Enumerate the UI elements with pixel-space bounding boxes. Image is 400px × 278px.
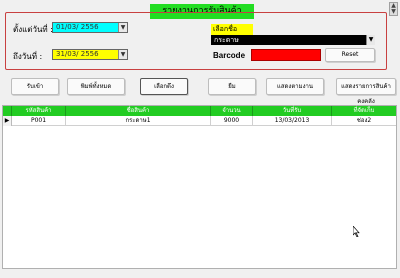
product-label: เลือกชื่อสินค้า <box>211 24 253 44</box>
column-header-received-date[interactable]: วันที่รับ <box>253 106 332 116</box>
row-selector-header <box>3 106 12 116</box>
borrow-button[interactable]: ยืม <box>208 78 256 95</box>
column-header-product-code[interactable]: รหัสสินค้า <box>12 106 66 116</box>
row-indicator-icon[interactable]: ▶ <box>3 116 12 126</box>
chevron-down-icon[interactable]: ▼ <box>118 23 127 32</box>
print-all-button[interactable]: พิมพ์ทั้งหมด <box>67 78 125 95</box>
to-date-value: 31/03/ 2556 <box>56 50 99 58</box>
from-date-value: 01/03/ 2556 <box>56 23 99 31</box>
barcode-label: Barcode <box>213 51 246 60</box>
from-date-label: ตั้งแต่วันที่ : <box>13 25 53 34</box>
to-date-picker[interactable]: 31/03/ 2556 ▼ <box>52 49 128 60</box>
from-date-picker[interactable]: 01/03/ 2556 ▼ <box>52 22 128 33</box>
reset-button[interactable]: Reset <box>325 48 375 62</box>
receive-button[interactable]: รับเข้า <box>11 78 59 95</box>
grid-header: รหัสสินค้า ชื่อสินค้า จำนวน วันที่รับ ที… <box>3 106 396 116</box>
cell-quantity[interactable]: 9000 <box>211 116 253 126</box>
to-date-label: ถึงวันที่ : <box>13 52 43 61</box>
select-button[interactable]: เลือกดึง <box>140 78 188 95</box>
table-row[interactable]: ▶ P001 กระดาษ1 9000 13/03/2013 ช่อง2 <box>3 116 396 126</box>
column-header-storage[interactable]: ที่จัดเก็บ <box>332 106 396 116</box>
product-select-value: กระดาษ <box>214 36 239 44</box>
column-header-quantity[interactable]: จำนวน <box>211 106 253 116</box>
product-select[interactable]: กระดาษ ▼ <box>211 35 375 45</box>
receipt-grid[interactable]: รหัสสินค้า ชื่อสินค้า จำนวน วันที่รับ ที… <box>2 105 397 269</box>
window-scrollbar[interactable]: ▲ ▼ <box>389 2 398 16</box>
show-inventory-button[interactable]: แสดงรายการสินค้าคงคลัง <box>336 78 396 105</box>
cell-storage[interactable]: ช่อง2 <box>332 116 396 126</box>
cell-product-code[interactable]: P001 <box>12 116 66 126</box>
show-by-job-button[interactable]: แสดงตามงาน <box>266 78 324 95</box>
cell-received-date[interactable]: 13/03/2013 <box>253 116 332 126</box>
cell-product-name[interactable]: กระดาษ1 <box>66 116 211 126</box>
column-header-product-name[interactable]: ชื่อสินค้า <box>66 106 211 116</box>
mouse-pointer-icon <box>352 225 361 240</box>
chevron-down-icon[interactable]: ▼ <box>118 50 127 59</box>
barcode-input[interactable] <box>251 49 321 61</box>
scroll-down-icon[interactable]: ▼ <box>390 9 397 15</box>
chevron-down-icon[interactable]: ▼ <box>366 35 375 45</box>
